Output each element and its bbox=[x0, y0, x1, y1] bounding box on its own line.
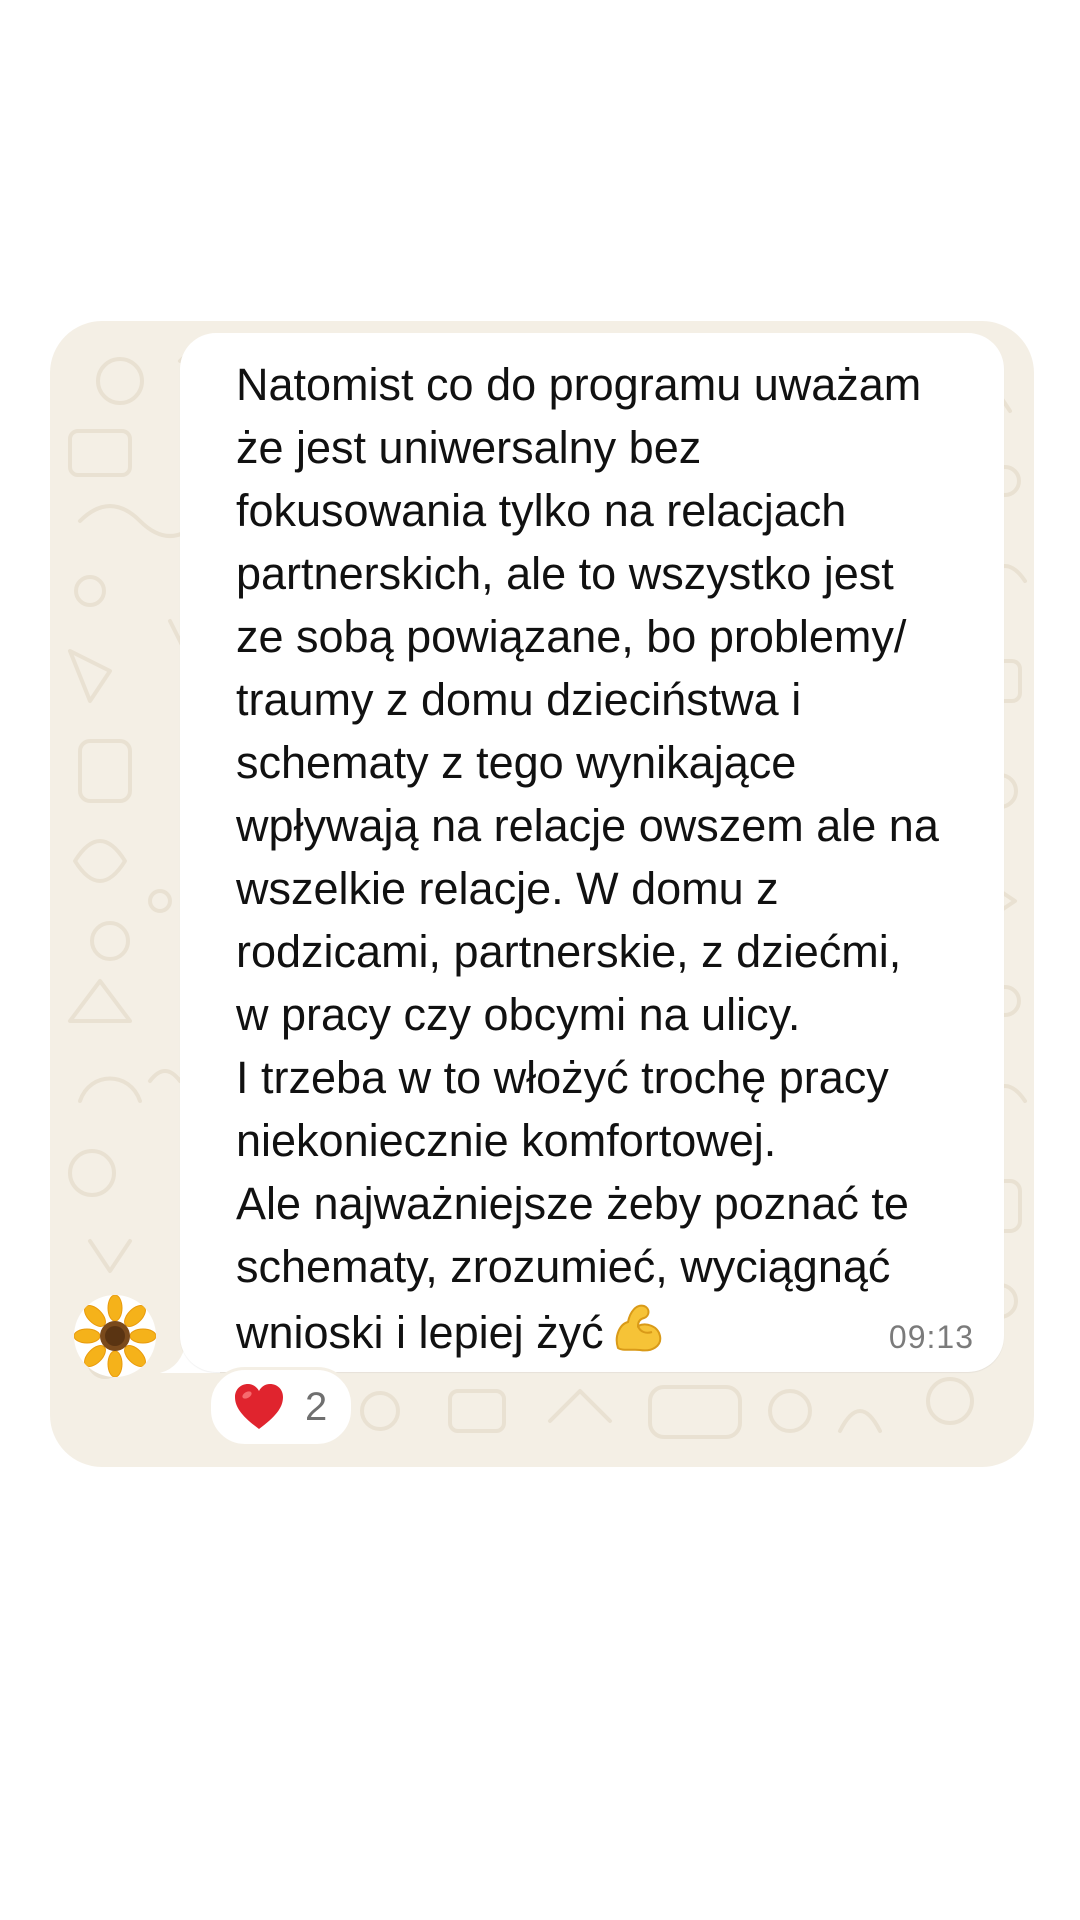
message-text: Natomist co do programu uważam że jest u… bbox=[236, 353, 976, 1364]
flexed-biceps-icon bbox=[610, 1298, 668, 1356]
message-bubble[interactable]: Natomist co do programu uważam że jest u… bbox=[180, 333, 1004, 1372]
sender-avatar[interactable] bbox=[74, 1295, 156, 1377]
reaction-pill[interactable]: 2 bbox=[208, 1367, 354, 1447]
reaction-count: 2 bbox=[305, 1384, 328, 1429]
message-timestamp: 09:13 bbox=[888, 1319, 974, 1355]
chat-background: Natomist co do programu uważam że jest u… bbox=[50, 321, 1034, 1467]
sunflower-icon bbox=[74, 1295, 156, 1377]
red-heart-icon bbox=[235, 1384, 283, 1429]
message-body: Natomist co do programu uważam że jest u… bbox=[236, 359, 939, 1358]
